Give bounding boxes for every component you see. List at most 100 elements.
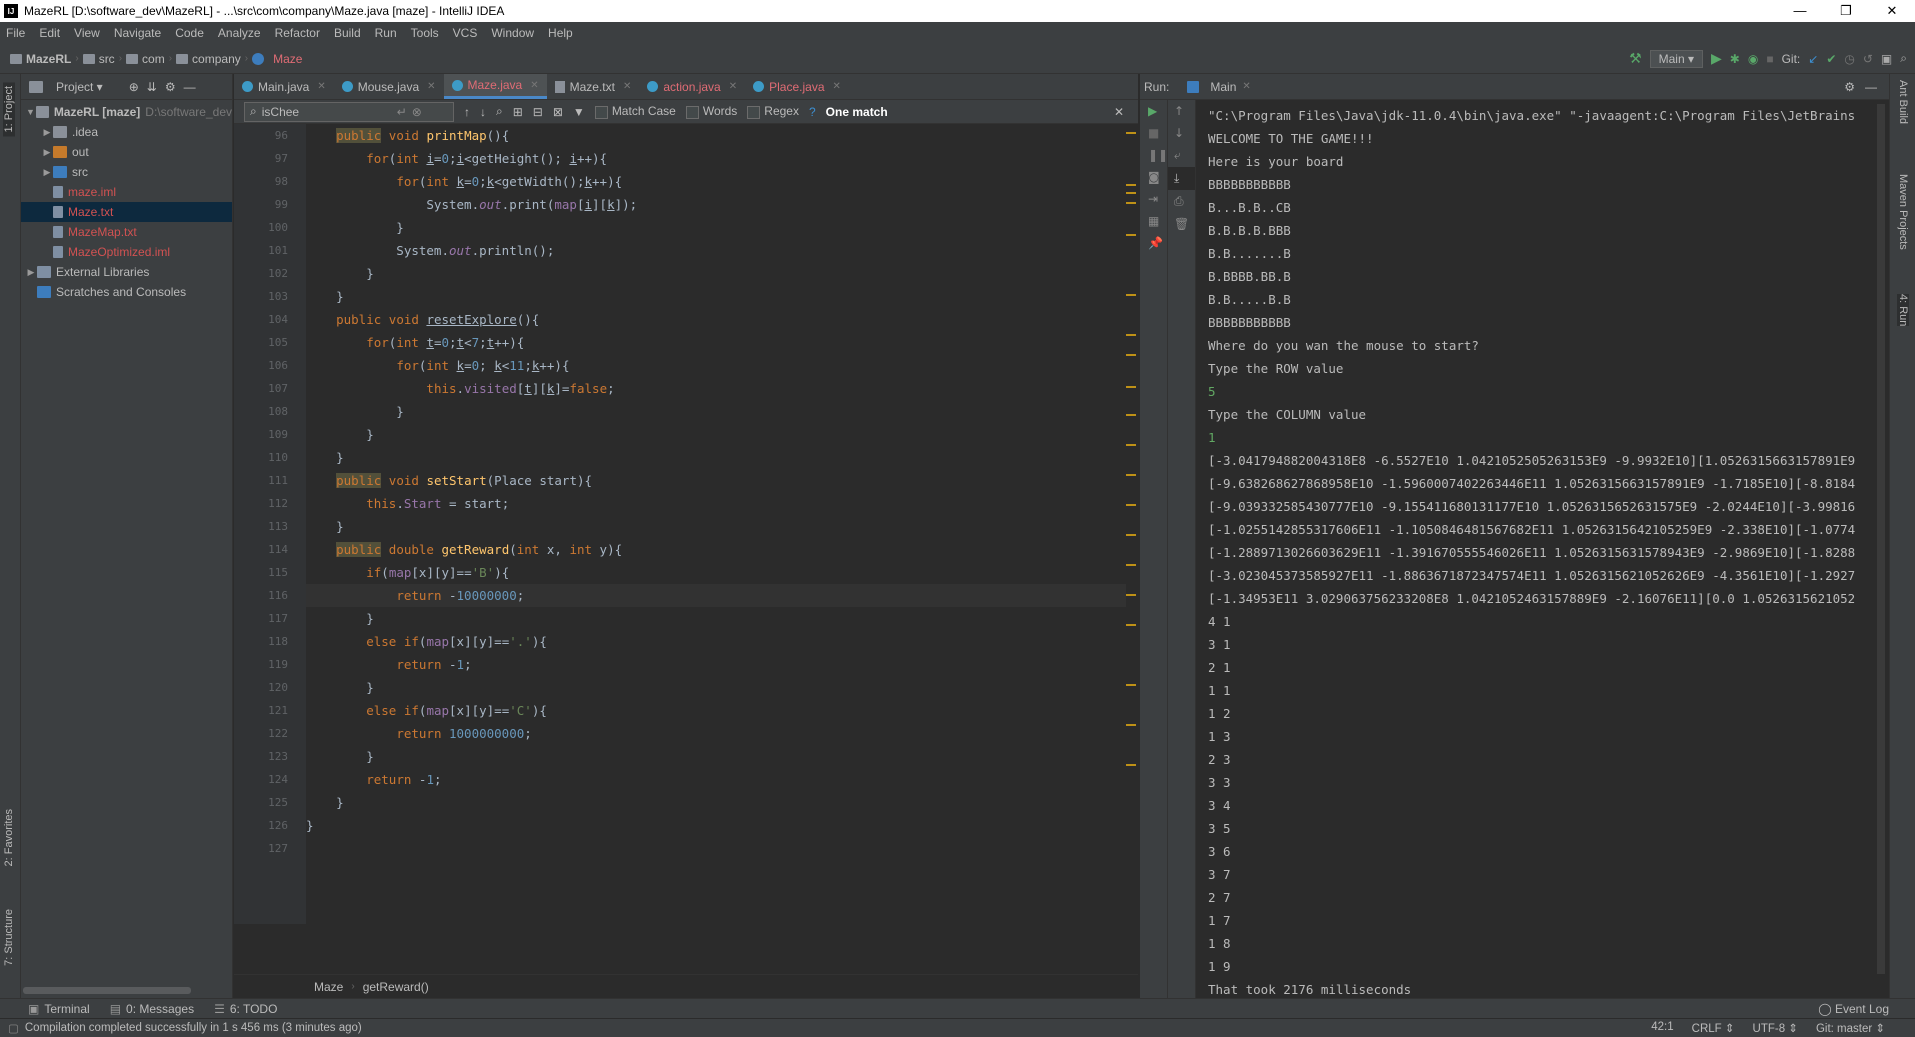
close-window-button[interactable]: ✕: [1869, 3, 1915, 19]
code-line[interactable]: 125 }: [268, 791, 1126, 814]
close-tab-icon[interactable]: ✕: [729, 81, 737, 92]
match-case-checkbox[interactable]: [594, 105, 608, 119]
tab-action-java[interactable]: action.java ✕: [639, 74, 745, 99]
code-line[interactable]: 102 }: [268, 262, 1126, 285]
line-separator[interactable]: CRLF ⇕: [1692, 1021, 1735, 1035]
warning-mark[interactable]: [1126, 184, 1136, 186]
bottom-tab-2[interactable]: ☰ 6: TODO: [214, 1002, 277, 1016]
menu-tools[interactable]: Tools: [405, 26, 447, 40]
close-tab-icon[interactable]: ✕: [530, 80, 538, 91]
warning-mark[interactable]: [1126, 132, 1136, 134]
close-run-tab-icon[interactable]: ✕: [1242, 81, 1250, 92]
code-line[interactable]: 99 System.out.print(map[i][k]);: [275, 193, 1126, 216]
menu-analyze[interactable]: Analyze: [212, 26, 269, 40]
tree-item[interactable]: MazeMap.txt: [21, 222, 232, 242]
breadcrumb-src[interactable]: src: [79, 52, 119, 66]
tree-item[interactable]: ▼ MazeRL [maze] D:\software_dev: [21, 102, 232, 122]
warning-mark[interactable]: [1126, 594, 1136, 596]
warning-mark[interactable]: [1126, 444, 1136, 446]
find-all-icon[interactable]: ⌕: [496, 104, 503, 119]
tab-main-java[interactable]: Main.java ✕: [234, 74, 334, 99]
build-hammer-icon[interactable]: ⚒: [1629, 50, 1642, 67]
warning-mark[interactable]: [1126, 192, 1136, 194]
hide-run-icon[interactable]: —: [1865, 80, 1877, 94]
code-line[interactable]: 122 return 1000000000;: [268, 722, 1126, 745]
clear-all-icon[interactable]: 🗑: [1168, 213, 1195, 235]
code-line[interactable]: 113 }: [268, 515, 1126, 538]
menu-file[interactable]: File: [0, 26, 33, 40]
breadcrumb-mazerl[interactable]: MazeRL: [6, 52, 75, 66]
warning-mark[interactable]: [1126, 294, 1136, 296]
caret-position[interactable]: 42:1: [1651, 1021, 1673, 1035]
menu-refactor[interactable]: Refactor: [269, 26, 328, 40]
file-encoding[interactable]: UTF-8 ⇕: [1753, 1021, 1798, 1035]
layout-icon[interactable]: ▦: [1140, 210, 1167, 232]
filter-icon[interactable]: ▼: [573, 105, 585, 119]
tree-item[interactable]: Scratches and Consoles: [21, 282, 232, 302]
find-input-box[interactable]: ⌕ ↵ ⊗: [244, 101, 454, 122]
code-line[interactable]: 114 public double getReward(int x, int y…: [268, 538, 1126, 561]
warning-mark[interactable]: [1126, 764, 1136, 766]
event-log-button[interactable]: ◯ Event Log: [1818, 1002, 1889, 1016]
coverage-icon[interactable]: ◉: [1748, 52, 1758, 66]
run-settings-icon[interactable]: ⚙: [1844, 80, 1855, 94]
regex-help-link[interactable]: ?: [809, 105, 816, 119]
console-output[interactable]: "C:\Program Files\Java\jdk-11.0.4\bin\ja…: [1208, 104, 1888, 1001]
code-line[interactable]: 120 }: [268, 676, 1126, 699]
git-revert-icon[interactable]: ↺: [1863, 52, 1873, 66]
maximize-button[interactable]: ❐: [1823, 3, 1869, 19]
previous-occurrence-icon[interactable]: ↑: [464, 105, 470, 119]
code-line[interactable]: 107 this.visited[t][k]=false;: [268, 377, 1126, 400]
editor-breadcrumb-method[interactable]: getReward(): [363, 980, 429, 994]
warning-mark[interactable]: [1126, 234, 1136, 236]
stop-run-icon[interactable]: ■: [1140, 122, 1167, 144]
tree-item[interactable]: ▶ src: [21, 162, 232, 182]
code-line[interactable]: 118 else if(map[x][y]=='.'){: [268, 630, 1126, 653]
tree-item[interactable]: MazeOptimized.iml: [21, 242, 232, 262]
regex-option[interactable]: Regex: [747, 104, 799, 119]
code-line[interactable]: 121 else if(map[x][y]=='C'){: [268, 699, 1126, 722]
add-selection-icon[interactable]: ⊞: [513, 105, 523, 119]
menu-code[interactable]: Code: [169, 26, 212, 40]
code-line[interactable]: 123 }: [268, 745, 1126, 768]
code-line[interactable]: 108 }: [268, 400, 1126, 423]
warning-mark[interactable]: [1126, 564, 1136, 566]
warning-mark[interactable]: [1126, 684, 1136, 686]
tab-ant-build[interactable]: Ant Build: [1897, 80, 1909, 124]
tab-mouse-java[interactable]: Mouse.java ✕: [334, 74, 444, 99]
print-icon[interactable]: ⎙: [1168, 190, 1195, 213]
run-tab-main[interactable]: Main ✕: [1179, 80, 1258, 94]
new-line-icon[interactable]: ↵: [397, 105, 407, 119]
match-case-option[interactable]: Match Case: [594, 104, 676, 119]
code-line[interactable]: 124 return -1;: [268, 768, 1126, 791]
menu-vcs[interactable]: VCS: [447, 26, 486, 40]
warning-mark[interactable]: [1126, 504, 1136, 506]
next-occurrence-icon[interactable]: ↓: [480, 105, 486, 119]
tree-item[interactable]: Maze.txt: [21, 202, 232, 222]
code-line[interactable]: 115 if(map[x][y]=='B'){: [268, 561, 1126, 584]
code-line[interactable]: 101 System.out.println();: [268, 239, 1126, 262]
select-all-occurrences-icon[interactable]: ⊠: [553, 105, 563, 119]
project-view-select[interactable]: Project ▾: [56, 80, 103, 94]
code-line[interactable]: 105 for(int t=0;t<7;t++){: [268, 331, 1126, 354]
tab-run[interactable]: 4: Run: [1897, 294, 1909, 327]
warning-mark[interactable]: [1126, 414, 1136, 416]
editor-breadcrumb-class[interactable]: Maze: [314, 980, 343, 994]
close-tab-icon[interactable]: ✕: [317, 81, 325, 92]
tree-item[interactable]: ▶ External Libraries: [21, 262, 232, 282]
bottom-tab-0[interactable]: ▣ Terminal: [28, 1002, 90, 1016]
tree-item[interactable]: ▶ out: [21, 142, 232, 162]
tab-maze-txt[interactable]: Maze.txt ✕: [547, 74, 640, 99]
pin-icon[interactable]: 📌: [1140, 232, 1167, 254]
code-line[interactable]: 104 public void resetExplore(){: [268, 308, 1126, 331]
close-tab-icon[interactable]: ✕: [623, 81, 631, 92]
horizontal-scrollbar[interactable]: [23, 987, 191, 994]
close-tab-icon[interactable]: ✕: [833, 81, 841, 92]
clear-search-icon[interactable]: ⊗: [412, 105, 422, 119]
stop-icon[interactable]: ■: [1766, 52, 1773, 66]
tab-project[interactable]: 1: Project: [3, 82, 15, 137]
menu-build[interactable]: Build: [328, 26, 369, 40]
status-message[interactable]: Compilation completed successfully in 1 …: [25, 1022, 362, 1034]
console-scrollbar[interactable]: [1877, 104, 1885, 974]
menu-help[interactable]: Help: [542, 26, 581, 40]
